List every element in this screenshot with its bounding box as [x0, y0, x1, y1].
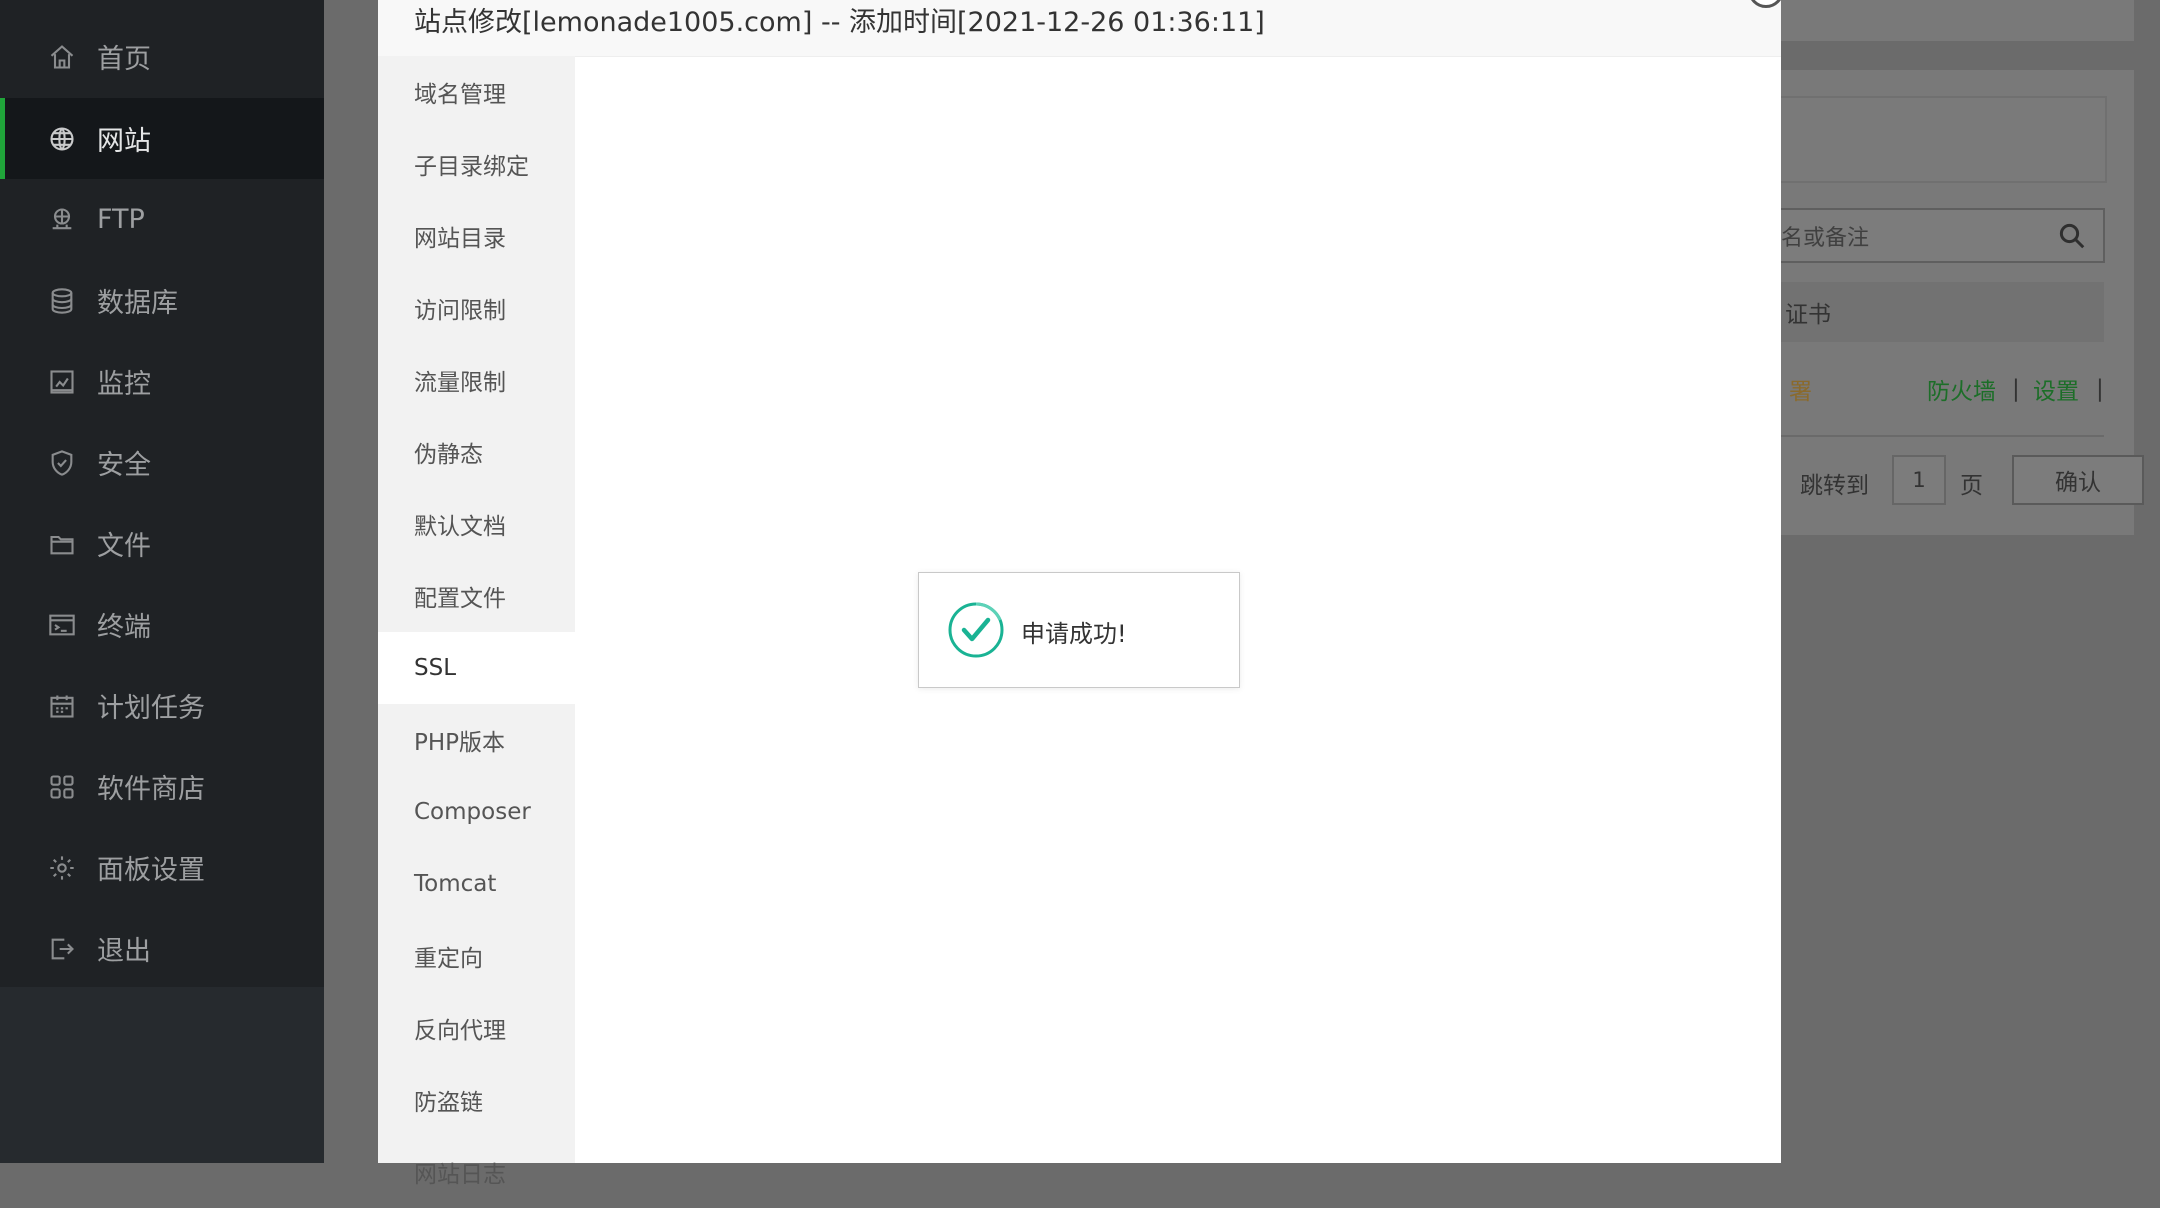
success-toast: 申请成功! — [918, 572, 1240, 688]
sidebar-item-label: 网站 — [97, 126, 151, 157]
sidebar-item-label: 首页 — [97, 44, 151, 75]
firewall-link[interactable]: 防火墙 — [1927, 372, 1996, 406]
sidebar-item-security[interactable]: 安全 — [0, 422, 324, 503]
sidebar-item-home[interactable]: 首页 — [0, 16, 324, 97]
background-panel-top — [1781, 0, 2134, 41]
tab-label: 重定向 — [414, 946, 483, 972]
settings-link[interactable]: 设置 — [2033, 372, 2079, 406]
page-unit-label: 页 — [1960, 473, 1983, 499]
modal-title-bar: 站点修改[lemonade1005.com] -- 添加时间[2021-12-2… — [378, 0, 1781, 57]
tab-label: Composer — [414, 799, 531, 825]
folder-icon — [47, 529, 77, 559]
tab-label: Tomcat — [414, 871, 497, 897]
sidebar-item-database[interactable]: 数据库 — [0, 260, 324, 341]
sidebar-item-label: FTP — [97, 204, 145, 235]
terminal-icon — [47, 610, 77, 640]
apps-grid-icon — [47, 772, 77, 802]
tab-label: 防盗链 — [414, 1090, 483, 1116]
sidebar-menu: 首页 网站 FTP 数据库 监控 安全 文件 终端 计划任务 软件商店 面板设置… — [0, 0, 324, 987]
shield-icon — [47, 448, 77, 478]
link-separator: | — [2096, 376, 2104, 402]
globe-icon — [47, 124, 77, 154]
sidebar-item-label: 退出 — [97, 936, 151, 967]
divider — [1781, 435, 2104, 437]
tab-label: 域名管理 — [414, 82, 506, 108]
tab-composer[interactable]: Composer — [378, 776, 575, 848]
sidebar-item-logout[interactable]: 退出 — [0, 908, 324, 989]
page-number-input[interactable]: 1 — [1892, 455, 1946, 505]
tab-hotlink-protection[interactable]: 防盗链 — [378, 1064, 575, 1136]
database-icon — [47, 286, 77, 316]
sidebar-item-app-store[interactable]: 软件商店 — [0, 746, 324, 827]
tab-reverse-proxy[interactable]: 反向代理 — [378, 992, 575, 1064]
tab-label: 子目录绑定 — [414, 154, 529, 180]
tab-label: SSL — [414, 655, 457, 681]
tab-redirect[interactable]: 重定向 — [378, 920, 575, 992]
header-cell-certificate: 证书 — [1785, 302, 1831, 328]
tab-label: 反向代理 — [414, 1018, 506, 1044]
search-icon[interactable] — [2057, 221, 2087, 251]
sidebar-item-terminal[interactable]: 终端 — [0, 584, 324, 665]
toast-message: 申请成功! — [1021, 620, 1127, 648]
gear-icon — [47, 853, 77, 883]
sidebar-item-panel-settings[interactable]: 面板设置 — [0, 827, 324, 908]
tab-label: 网站目录 — [414, 226, 506, 252]
sidebar-item-label: 计划任务 — [97, 693, 205, 724]
tab-site-directory[interactable]: 网站目录 — [378, 200, 575, 272]
modal-tab-list: 域名管理 子目录绑定 网站目录 访问限制 流量限制 伪静态 默认文档 配置文件 … — [378, 56, 575, 1188]
sidebar-item-label: 安全 — [97, 450, 151, 481]
logout-icon — [47, 934, 77, 964]
background-search-input[interactable]: 域名或备注 — [1759, 208, 2105, 263]
tab-tomcat[interactable]: Tomcat — [378, 848, 575, 920]
sidebar-item-cron[interactable]: 计划任务 — [0, 665, 324, 746]
sidebar: 首页 网站 FTP 数据库 监控 安全 文件 终端 计划任务 软件商店 面板设置… — [0, 0, 324, 1163]
tab-label: 网站日志 — [414, 1162, 506, 1188]
tab-default-document[interactable]: 默认文档 — [378, 488, 575, 560]
tab-php-version[interactable]: PHP版本 — [378, 704, 575, 776]
sidebar-item-label: 文件 — [97, 531, 151, 562]
ftp-icon — [47, 205, 77, 235]
tab-rewrite[interactable]: 伪静态 — [378, 416, 575, 488]
sidebar-item-label: 软件商店 — [97, 774, 205, 805]
calendar-icon — [47, 691, 77, 721]
sidebar-item-label: 终端 — [97, 612, 151, 643]
page-confirm-button[interactable]: 确认 — [2012, 455, 2144, 505]
tab-config-file[interactable]: 配置文件 — [378, 560, 575, 632]
background-table-row: 署 防火墙 | 设置 | — [1781, 360, 2104, 418]
tab-access-restriction[interactable]: 访问限制 — [378, 272, 575, 344]
jump-to-label: 跳转到 — [1800, 473, 1869, 499]
sidebar-item-label: 面板设置 — [97, 855, 205, 886]
tab-ssl[interactable]: SSL — [378, 632, 575, 704]
tab-traffic-limit[interactable]: 流量限制 — [378, 344, 575, 416]
deploy-status: 署 — [1789, 379, 1812, 405]
sidebar-item-label: 数据库 — [97, 288, 178, 319]
tab-label: 伪静态 — [414, 442, 483, 468]
tab-label: 配置文件 — [414, 586, 506, 612]
sidebar-item-monitor[interactable]: 监控 — [0, 341, 324, 422]
link-separator: | — [2012, 376, 2020, 402]
tab-label: PHP版本 — [414, 730, 506, 756]
sidebar-item-label: 监控 — [97, 369, 151, 400]
tab-label: 默认文档 — [414, 514, 506, 540]
tab-subdirectory-binding[interactable]: 子目录绑定 — [378, 128, 575, 200]
monitor-icon — [47, 367, 77, 397]
sidebar-item-website[interactable]: 网站 — [0, 98, 324, 179]
check-circle-icon — [948, 602, 1004, 658]
background-table-header: 证书 — [1781, 282, 2104, 342]
tab-label: 流量限制 — [414, 370, 506, 396]
background-info-box — [1781, 96, 2107, 183]
sidebar-item-files[interactable]: 文件 — [0, 503, 324, 584]
home-icon — [47, 42, 77, 72]
tab-site-logs[interactable]: 网站日志 — [378, 1136, 575, 1208]
tab-domain-management[interactable]: 域名管理 — [378, 56, 575, 128]
modal-title: 站点修改[lemonade1005.com] -- 添加时间[2021-12-2… — [414, 6, 1265, 38]
tab-label: 访问限制 — [414, 298, 506, 324]
sidebar-item-ftp[interactable]: FTP — [0, 179, 324, 260]
